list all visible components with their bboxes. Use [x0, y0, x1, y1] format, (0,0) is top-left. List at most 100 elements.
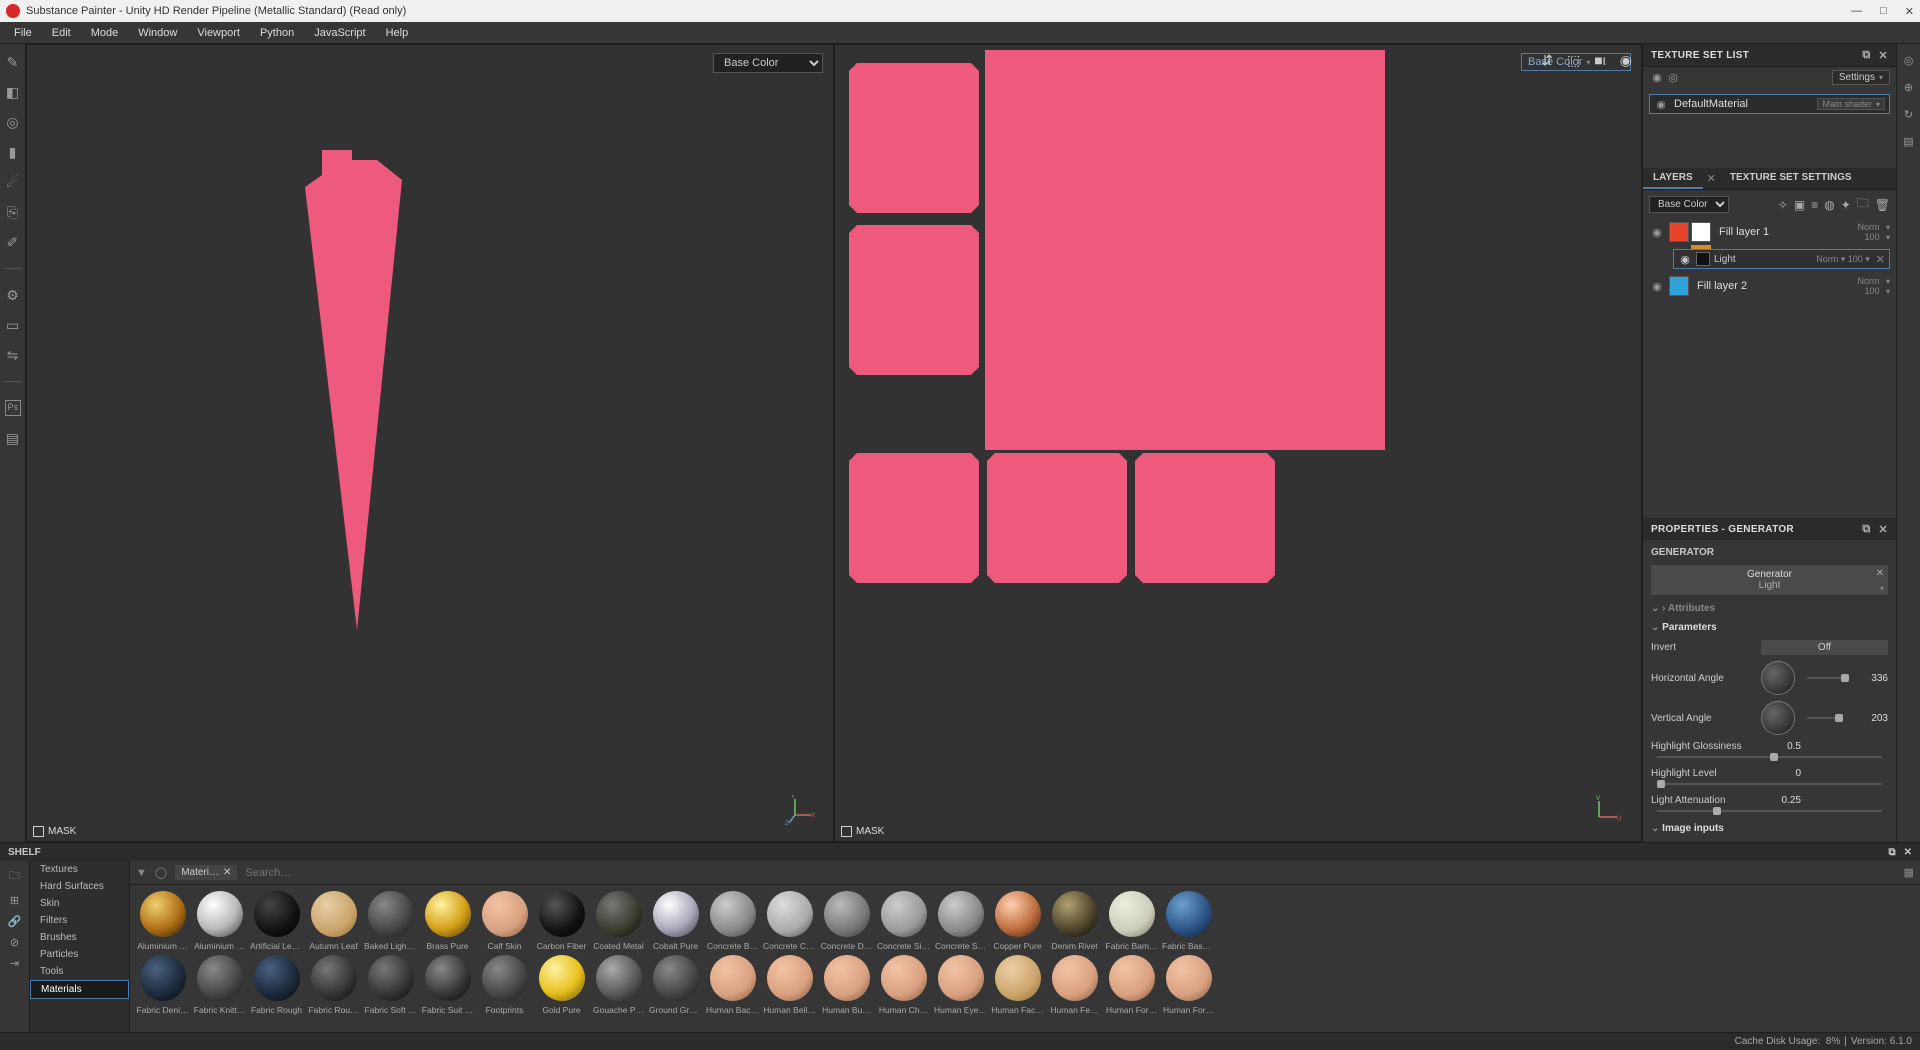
- material-item[interactable]: Ground Gra…: [649, 955, 702, 1015]
- material-item[interactable]: Concrete B…: [706, 891, 759, 951]
- menu-window[interactable]: Window: [128, 25, 187, 41]
- material-item[interactable]: Aluminium …: [193, 891, 246, 951]
- grid-view-icon[interactable]: ▦: [1904, 866, 1914, 879]
- menu-javascript[interactable]: JavaScript: [304, 25, 375, 41]
- projection-tool[interactable]: ◎: [5, 114, 21, 130]
- material-item[interactable]: Fabric Knitt…: [193, 955, 246, 1015]
- shelf-category-skin[interactable]: Skin: [30, 895, 129, 912]
- close-icon[interactable]: ✕: [1878, 523, 1888, 536]
- shelf-category-hard-surfaces[interactable]: Hard Surfaces: [30, 878, 129, 895]
- add-smart-icon[interactable]: ✦: [1841, 198, 1851, 212]
- remove-generator-icon[interactable]: ✕: [1876, 568, 1884, 579]
- tab-texture-set-settings[interactable]: TEXTURE SET SETTINGS: [1720, 168, 1862, 189]
- invert-toggle[interactable]: Off: [1761, 640, 1888, 655]
- material-item[interactable]: Fabric Rou…: [307, 955, 360, 1015]
- filter-chip[interactable]: Materi…✕: [175, 865, 237, 880]
- shader-dropdown[interactable]: Main shader▾: [1817, 98, 1885, 110]
- clone-tool[interactable]: ⎘: [5, 204, 21, 220]
- shelf-hide-icon[interactable]: ⊘: [10, 936, 19, 949]
- history-icon[interactable]: ↻: [1904, 108, 1913, 121]
- shelf-search-input[interactable]: [245, 867, 1895, 879]
- menu-edit[interactable]: Edit: [42, 25, 81, 41]
- angle-slider[interactable]: [1807, 677, 1842, 679]
- ps-icon[interactable]: Ps: [5, 400, 21, 416]
- angle-dial[interactable]: [1761, 701, 1795, 735]
- close-icon[interactable]: ✕: [1878, 49, 1888, 62]
- material-item[interactable]: Footprints: [478, 955, 531, 1015]
- visibility-icon[interactable]: ◉: [1678, 253, 1692, 266]
- texture-set-row[interactable]: ◉ DefaultMaterial Main shader▾: [1649, 94, 1890, 114]
- camera-icon[interactable]: ■ι: [1594, 52, 1606, 69]
- material-item[interactable]: Calf Skin: [478, 891, 531, 951]
- shelf-import-icon[interactable]: ⇥: [10, 957, 19, 970]
- param-slider[interactable]: [1657, 783, 1882, 785]
- shelf-add-icon[interactable]: ⊞: [10, 894, 19, 907]
- material-item[interactable]: Fabric Base…: [1162, 891, 1215, 951]
- undock-icon[interactable]: ⧉: [1862, 49, 1870, 62]
- add-fill-icon[interactable]: ◍: [1824, 198, 1834, 212]
- viewport-3d[interactable]: Base Color Y X Z MASK: [26, 44, 834, 842]
- material-item[interactable]: Brass Pure: [421, 891, 474, 951]
- picker-tool[interactable]: ✐: [5, 234, 21, 250]
- shelf-home-icon[interactable]: 🗀: [9, 867, 20, 886]
- material-item[interactable]: Cobalt Pure: [649, 891, 702, 951]
- channel-dropdown-3d[interactable]: Base Color: [713, 53, 823, 73]
- add-mask-icon[interactable]: ▣: [1794, 198, 1805, 212]
- menu-file[interactable]: File: [4, 25, 42, 41]
- material-item[interactable]: Fabric Rough: [250, 955, 303, 1015]
- param-slider[interactable]: [1657, 810, 1882, 812]
- menu-help[interactable]: Help: [376, 25, 419, 41]
- material-item[interactable]: Human For…: [1162, 955, 1215, 1015]
- viewport-2d[interactable]: Base Color▾ V U MASK: [834, 44, 1642, 842]
- select-tool[interactable]: ▭: [5, 317, 21, 333]
- close-button[interactable]: ✕: [1905, 5, 1914, 18]
- list-icon[interactable]: ▤: [1903, 135, 1913, 148]
- chip-close-icon[interactable]: ✕: [223, 867, 231, 878]
- target-icon[interactable]: ◎: [1904, 54, 1914, 67]
- material-item[interactable]: Gold Pure: [535, 955, 588, 1015]
- remove-effect-icon[interactable]: ✕: [1876, 253, 1885, 266]
- material-item[interactable]: Autumn Leaf: [307, 891, 360, 951]
- material-item[interactable]: Concrete S…: [934, 891, 987, 951]
- menu-viewport[interactable]: Viewport: [187, 25, 250, 41]
- material-item[interactable]: Gouache P…: [592, 955, 645, 1015]
- material-item[interactable]: Carbon Fiber: [535, 891, 588, 951]
- parameters-group[interactable]: Parameters: [1651, 618, 1888, 637]
- material-item[interactable]: Coated Metal: [592, 891, 645, 951]
- material-item[interactable]: Human Bu…: [820, 955, 873, 1015]
- visibility-icon[interactable]: ◉: [1654, 98, 1668, 111]
- menu-python[interactable]: Python: [250, 25, 304, 41]
- material-item[interactable]: Copper Pure: [991, 891, 1044, 951]
- maximize-button[interactable]: □: [1880, 5, 1887, 18]
- cube-icon[interactable]: ⬚: [1567, 52, 1580, 69]
- add-effect-icon[interactable]: ✧: [1778, 198, 1788, 212]
- shelf-category-filters[interactable]: Filters: [30, 912, 129, 929]
- attributes-group[interactable]: › Attributes: [1651, 599, 1888, 618]
- close-layers-tab[interactable]: ✕: [1703, 168, 1720, 189]
- angle-slider[interactable]: [1807, 717, 1842, 719]
- globe-icon[interactable]: ⊕: [1904, 81, 1913, 94]
- material-item[interactable]: Concrete D…: [820, 891, 873, 951]
- material-item[interactable]: Human Fac…: [991, 955, 1044, 1015]
- visibility-all-icon[interactable]: ◉: [1649, 71, 1665, 84]
- close-icon[interactable]: ✕: [1904, 847, 1912, 858]
- capture-icon[interactable]: ◉: [1620, 52, 1632, 69]
- param-slider[interactable]: [1657, 756, 1882, 758]
- material-item[interactable]: Human Bac…: [706, 955, 759, 1015]
- layer-row[interactable]: ◉ Fill layer 1 Norm ▾100 ▾: [1643, 219, 1896, 245]
- material-item[interactable]: Artificial Lea…: [250, 891, 303, 951]
- shelf-category-textures[interactable]: Textures: [30, 861, 129, 878]
- material-item[interactable]: Concrete Si…: [877, 891, 930, 951]
- visibility-icon[interactable]: ◉: [1649, 226, 1665, 239]
- shelf-link-icon[interactable]: 🔗: [8, 915, 22, 928]
- mirror-tool[interactable]: ⇋: [5, 347, 21, 363]
- material-item[interactable]: Fabric Bam…: [1105, 891, 1158, 951]
- undock-icon[interactable]: ⧉: [1888, 847, 1895, 858]
- material-item[interactable]: Fabric Deni…: [136, 955, 189, 1015]
- angle-dial[interactable]: [1761, 661, 1795, 695]
- shelf-category-particles[interactable]: Particles: [30, 946, 129, 963]
- material-item[interactable]: Human For…: [1105, 955, 1158, 1015]
- menu-mode[interactable]: Mode: [81, 25, 129, 41]
- material-item[interactable]: Denim Rivet: [1048, 891, 1101, 951]
- fill-tool[interactable]: ▮: [5, 144, 21, 160]
